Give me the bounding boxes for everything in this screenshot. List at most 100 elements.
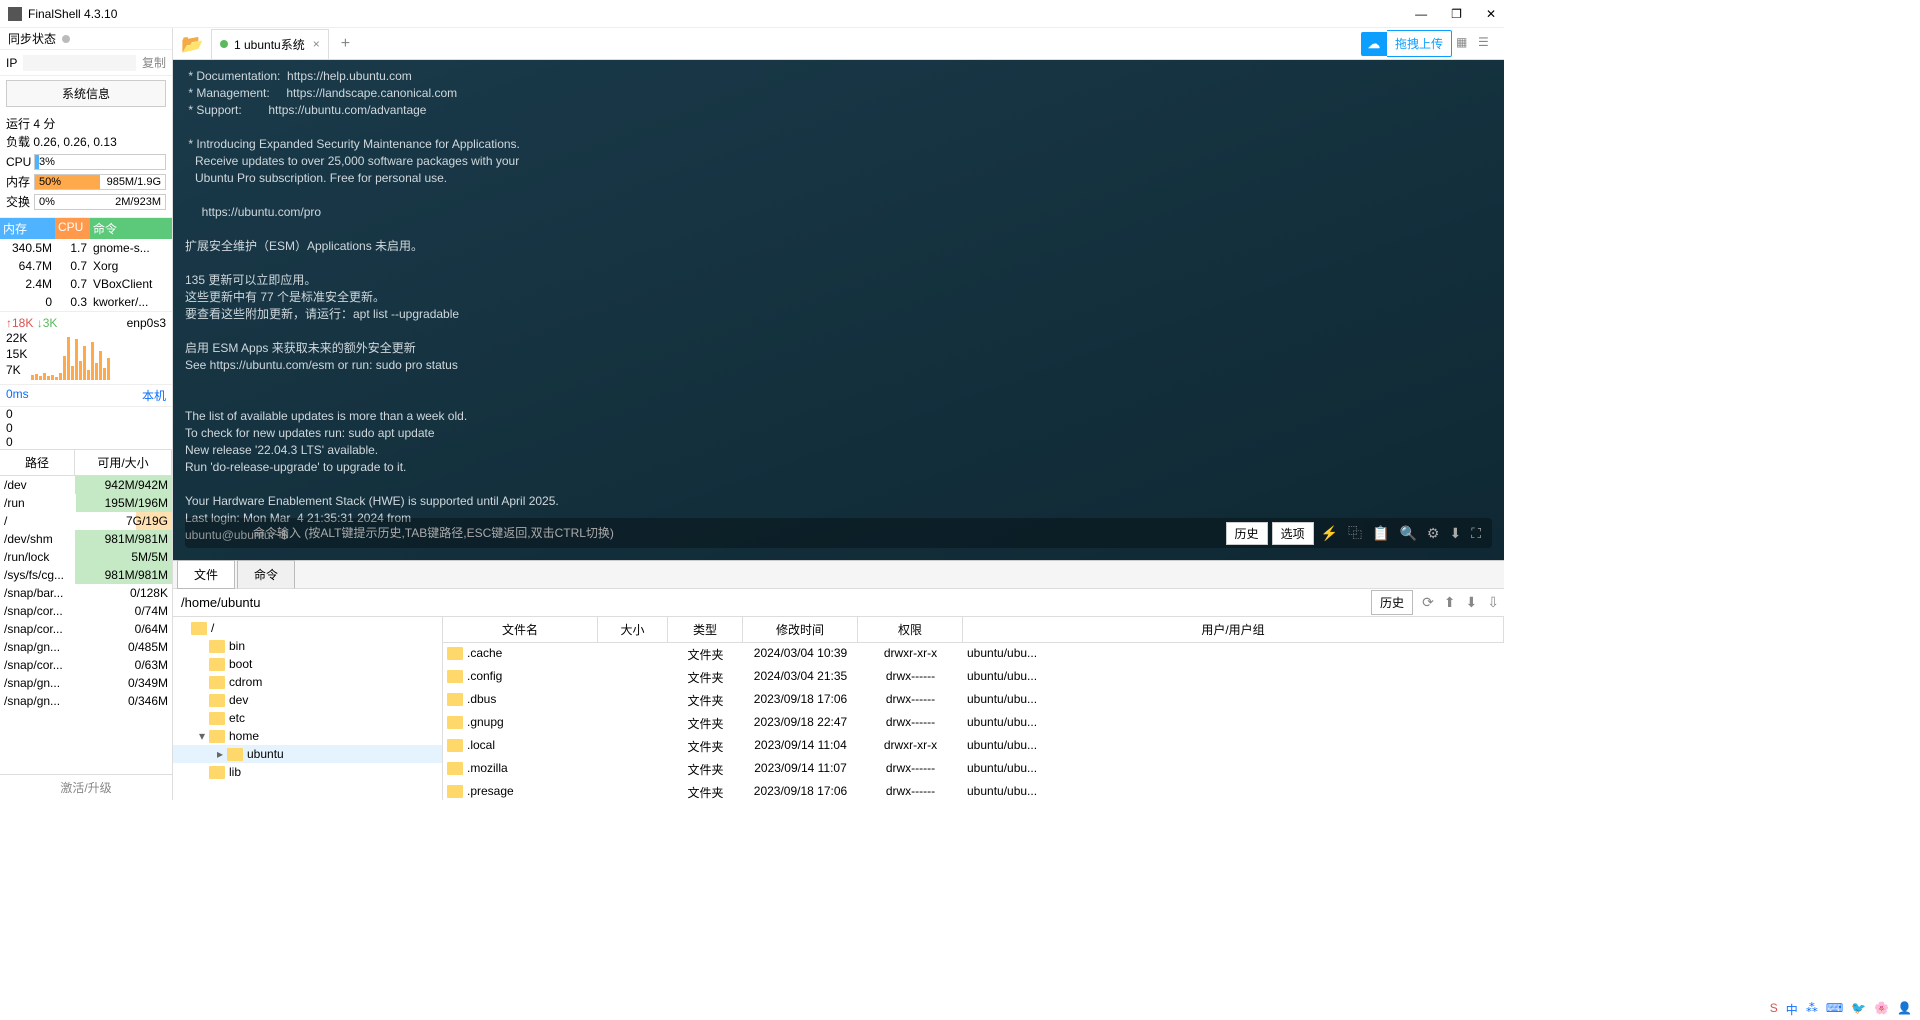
folder-icon: [209, 730, 225, 743]
disk-row[interactable]: /snap/gn...0/485M: [0, 638, 172, 656]
disk-row[interactable]: /run/lock5M/5M: [0, 548, 172, 566]
tab-command[interactable]: 命令: [237, 560, 295, 589]
system-tray: S 中 ⁂ ⌨ 🐦 🌸 👤: [1770, 1001, 1912, 1018]
bolt-icon[interactable]: ⚡: [1321, 525, 1338, 541]
col-user[interactable]: 用户/用户组: [963, 617, 1504, 642]
tray-icon[interactable]: 🐦: [1851, 1001, 1866, 1018]
folder-icon: [209, 694, 225, 707]
tab-file[interactable]: 文件: [177, 560, 235, 589]
process-row[interactable]: 00.3kworker/...: [0, 293, 172, 311]
tray-icon[interactable]: ⁂: [1806, 1001, 1818, 1018]
tree-node[interactable]: boot: [173, 655, 442, 673]
folder-icon: [227, 748, 243, 761]
menu-icon[interactable]: ☰: [1478, 35, 1496, 53]
tree-node[interactable]: etc: [173, 709, 442, 727]
file-row[interactable]: .cache文件夹2024/03/04 10:39drwxr-xr-xubunt…: [443, 643, 1504, 666]
refresh-icon[interactable]: ⟳: [1422, 594, 1434, 611]
activate-link[interactable]: 激活/升级: [0, 774, 172, 800]
col-size[interactable]: 大小: [598, 617, 668, 642]
tray-icon[interactable]: 🌸: [1874, 1001, 1889, 1018]
maximize-button[interactable]: ❐: [1451, 7, 1462, 21]
options-button[interactable]: 选项: [1272, 522, 1314, 545]
col-type[interactable]: 类型: [668, 617, 743, 642]
new-tab-button[interactable]: +: [341, 35, 350, 53]
sysinfo-button[interactable]: 系统信息: [6, 80, 166, 107]
file-row[interactable]: .config文件夹2024/03/04 21:35drwx------ubun…: [443, 666, 1504, 689]
uptime: 运行 4 分: [6, 115, 166, 133]
app-title: FinalShell 4.3.10: [28, 7, 117, 21]
folder-icon: [447, 693, 463, 706]
file-tree[interactable]: /binbootcdromdevetc▾home▸ubuntulib: [173, 617, 443, 800]
ping-panel: 0ms本机: [0, 385, 172, 407]
disk-row[interactable]: /dev942M/942M: [0, 476, 172, 494]
tree-node[interactable]: cdrom: [173, 673, 442, 691]
tray-icon[interactable]: 中: [1786, 1001, 1798, 1018]
copy-icon[interactable]: ⿻: [1348, 525, 1362, 541]
disk-row[interactable]: /dev/shm981M/981M: [0, 530, 172, 548]
tree-node[interactable]: ▸ubuntu: [173, 745, 442, 763]
tree-node[interactable]: /: [173, 619, 442, 637]
file-row[interactable]: .mozilla文件夹2023/09/14 11:07drwx------ubu…: [443, 758, 1504, 781]
disk-row[interactable]: /snap/gn...0/346M: [0, 692, 172, 710]
tree-node[interactable]: ▾home: [173, 727, 442, 745]
disk-row[interactable]: /7G/19G: [0, 512, 172, 530]
col-perm[interactable]: 权限: [858, 617, 963, 642]
process-table: 内存CPU命令 340.5M1.7gnome-s...64.7M0.7Xorg2…: [0, 217, 172, 312]
tab-ubuntu[interactable]: 1 ubuntu系统×: [211, 29, 329, 59]
disk-row[interactable]: /snap/cor...0/64M: [0, 620, 172, 638]
ip-label: IP: [6, 56, 17, 70]
tab-close-icon[interactable]: ×: [313, 37, 320, 51]
upload-icon[interactable]: ⬆: [1444, 594, 1456, 611]
folder-icon[interactable]: 📂: [181, 33, 203, 55]
tree-node[interactable]: dev: [173, 691, 442, 709]
network-chart: [31, 332, 166, 380]
fullscreen-icon[interactable]: ⛶: [1471, 525, 1481, 541]
disk-row[interactable]: /run195M/196M: [0, 494, 172, 512]
tree-node[interactable]: bin: [173, 637, 442, 655]
col-mtime[interactable]: 修改时间: [743, 617, 858, 642]
tray-icon[interactable]: 👤: [1897, 1001, 1912, 1018]
tray-icon[interactable]: ⌨: [1826, 1001, 1843, 1018]
disk-row[interactable]: /snap/gn...0/349M: [0, 674, 172, 692]
folder-icon: [447, 647, 463, 660]
terminal[interactable]: * Documentation: https://help.ubuntu.com…: [173, 60, 1504, 560]
folder-icon: [209, 676, 225, 689]
process-row[interactable]: 64.7M0.7Xorg: [0, 257, 172, 275]
search-icon[interactable]: 🔍: [1399, 525, 1416, 541]
process-row[interactable]: 2.4M0.7VBoxClient: [0, 275, 172, 293]
path-history-button[interactable]: 历史: [1371, 590, 1413, 615]
disk-row[interactable]: /snap/cor...0/63M: [0, 656, 172, 674]
folder-icon: [209, 712, 225, 725]
folder-icon: [447, 739, 463, 752]
disk-row[interactable]: /snap/bar...0/128K: [0, 584, 172, 602]
path-input[interactable]: [173, 591, 1371, 614]
minimize-button[interactable]: —: [1415, 7, 1427, 21]
tree-node[interactable]: lib: [173, 763, 442, 781]
file-list: 文件名 大小 类型 修改时间 权限 用户/用户组 .cache文件夹2024/0…: [443, 617, 1504, 800]
paste-icon[interactable]: 📋: [1372, 525, 1389, 541]
folder-icon: [447, 716, 463, 729]
file-row[interactable]: .dbus文件夹2023/09/18 17:06drwx------ubuntu…: [443, 689, 1504, 712]
copy-button[interactable]: 复制: [142, 54, 166, 71]
col-name[interactable]: 文件名: [443, 617, 598, 642]
close-button[interactable]: ✕: [1486, 7, 1496, 21]
download2-icon[interactable]: ⇩: [1487, 594, 1499, 611]
tray-icon[interactable]: S: [1770, 1001, 1778, 1018]
file-row[interactable]: .presage文件夹2023/09/18 17:06drwx------ubu…: [443, 781, 1504, 800]
disk-row[interactable]: /sys/fs/cg...981M/981M: [0, 566, 172, 584]
bottom-panel: 文件 命令 历史 ⟳ ⬆ ⬇ ⇩ /binbootcdromdevetc▾hom…: [173, 560, 1504, 800]
disk-row[interactable]: /snap/cor...0/74M: [0, 602, 172, 620]
gear-icon[interactable]: ⚙: [1427, 525, 1440, 541]
process-row[interactable]: 340.5M1.7gnome-s...: [0, 239, 172, 257]
file-row[interactable]: .local文件夹2023/09/14 11:04drwxr-xr-xubunt…: [443, 735, 1504, 758]
history-button[interactable]: 历史: [1226, 522, 1268, 545]
sidebar: 同步状态 IP复制 系统信息 运行 4 分 负载 0.26, 0.26, 0.1…: [0, 28, 173, 800]
folder-icon: [447, 670, 463, 683]
download-file-icon[interactable]: ⬇: [1466, 594, 1478, 611]
file-row[interactable]: .gnupg文件夹2023/09/18 22:47drwx------ubunt…: [443, 712, 1504, 735]
swap-meter: 交换0%2M/923M: [6, 193, 166, 211]
load: 负载 0.26, 0.26, 0.13: [6, 133, 166, 151]
upload-button[interactable]: ☁拖拽上传: [1361, 30, 1452, 57]
download-icon[interactable]: ⬇: [1449, 525, 1461, 541]
grid-view-icon[interactable]: ▦: [1456, 35, 1474, 53]
